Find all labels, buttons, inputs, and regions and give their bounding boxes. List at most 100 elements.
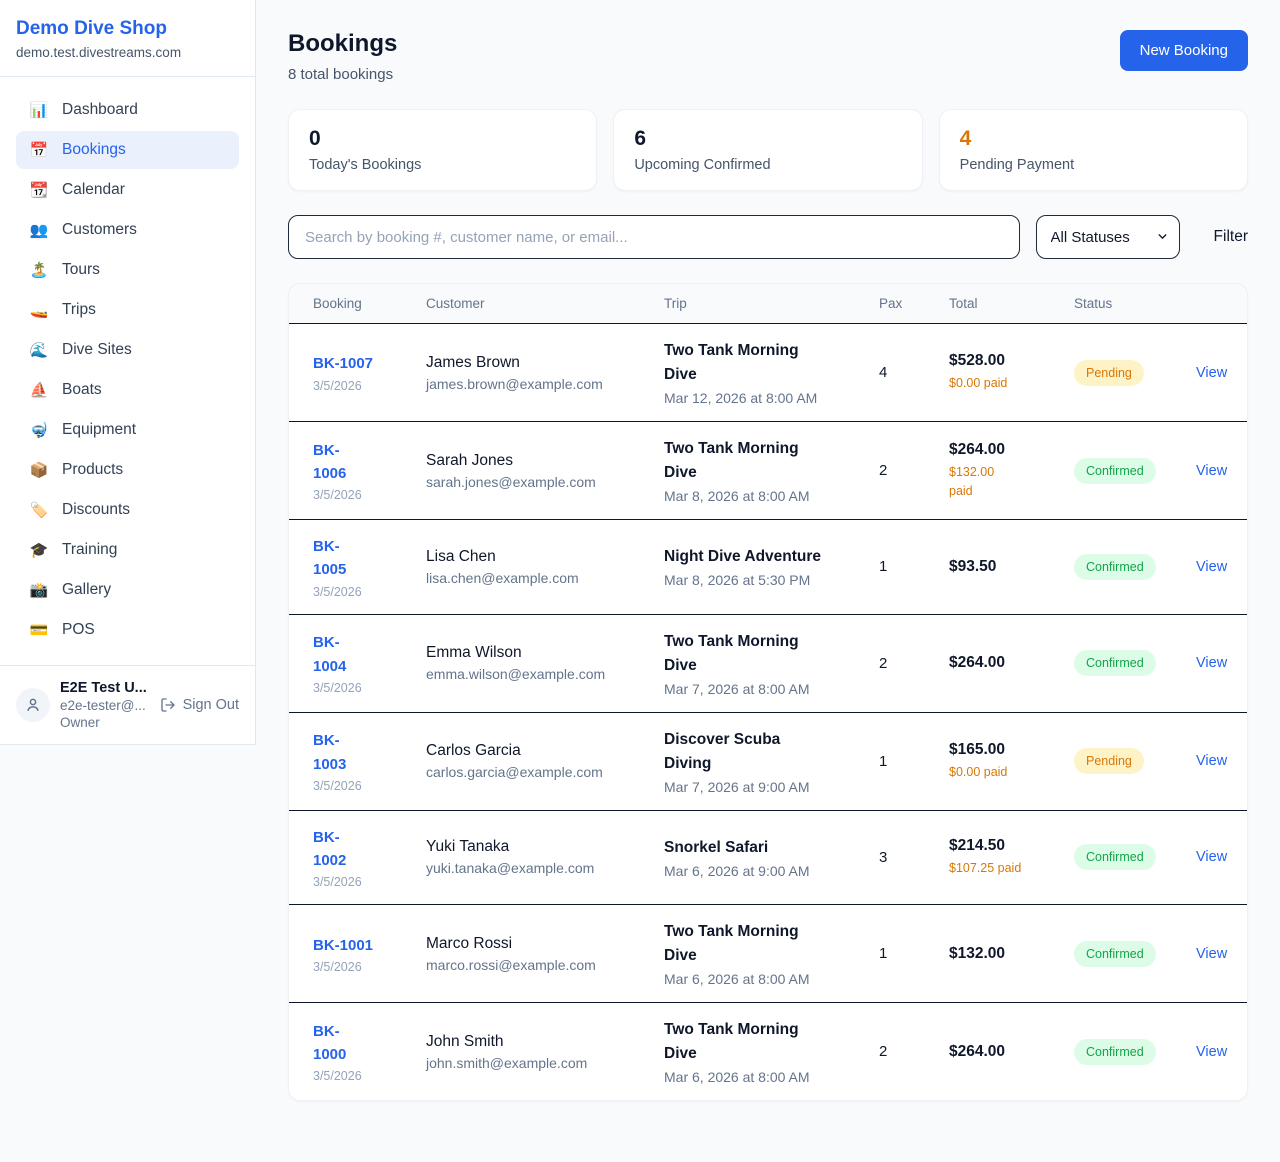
sailboat-icon: ⛵: [29, 381, 49, 399]
col-actions: [1196, 296, 1223, 311]
trip-name: Night Dive Adventure: [664, 545, 879, 569]
speedboat-icon: 🚤: [29, 301, 49, 319]
paid-amount: $0.00 paid: [949, 763, 1074, 781]
sidebar-item-bookings[interactable]: 📅 Bookings: [16, 131, 239, 169]
view-link[interactable]: View: [1196, 559, 1227, 575]
sidebar-item-pos[interactable]: 💳 POS: [16, 611, 239, 649]
sidebar-item-customers[interactable]: 👥 Customers: [16, 211, 239, 249]
user-role: Owner: [60, 715, 150, 730]
col-total: Total: [949, 296, 1074, 311]
col-trip: Trip: [664, 296, 879, 311]
search-input[interactable]: [288, 215, 1020, 259]
pax-count: 3: [879, 849, 949, 866]
customer-email: james.brown@example.com: [426, 376, 664, 392]
customer-email: marco.rossi@example.com: [426, 957, 664, 973]
sign-out-button[interactable]: Sign Out: [160, 697, 239, 713]
filter-button[interactable]: Filter: [1214, 228, 1248, 246]
view-link[interactable]: View: [1196, 365, 1227, 381]
pax-count: 4: [879, 364, 949, 381]
sidebar-item-products[interactable]: 📦 Products: [16, 451, 239, 489]
booking-id-link[interactable]: BK- 1006: [313, 442, 346, 482]
view-link[interactable]: View: [1196, 1044, 1227, 1060]
booking-id-link[interactable]: BK-1001: [313, 937, 373, 954]
booking-date: 3/5/2026: [313, 875, 426, 889]
booking-id-link[interactable]: BK- 1004: [313, 634, 346, 674]
trip-time: Mar 8, 2026 at 8:00 AM: [664, 488, 879, 504]
booking-date: 3/5/2026: [313, 779, 426, 793]
table-row: BK- 1006 3/5/2026 Sarah Jones sarah.jone…: [289, 422, 1247, 520]
booking-id-link[interactable]: BK- 1002: [313, 829, 346, 869]
status-badge: Confirmed: [1074, 1039, 1156, 1065]
desert-island-icon: 🏝️: [29, 261, 49, 279]
customer-email: yuki.tanaka@example.com: [426, 860, 664, 876]
shop-domain: demo.test.divestreams.com: [16, 45, 239, 60]
status-badge: Confirmed: [1074, 650, 1156, 676]
sign-out-label: Sign Out: [183, 697, 239, 713]
customer-name: John Smith: [426, 1033, 664, 1051]
page-header: Bookings 8 total bookings New Booking: [288, 30, 1248, 83]
booking-id-link[interactable]: BK- 1000: [313, 1023, 346, 1063]
customer-name: Marco Rossi: [426, 935, 664, 953]
view-link[interactable]: View: [1196, 946, 1227, 962]
tear-off-calendar-icon: 📆: [29, 181, 49, 199]
status-badge: Confirmed: [1074, 844, 1156, 870]
sidebar-item-boats[interactable]: ⛵ Boats: [16, 371, 239, 409]
trip-name: Discover Scuba Diving: [664, 728, 879, 776]
sidebar-item-calendar[interactable]: 📆 Calendar: [16, 171, 239, 209]
sidebar-nav: 📊 Dashboard 📅 Bookings 📆 Calendar 👥 Cust…: [0, 77, 255, 665]
stat-label: Upcoming Confirmed: [634, 157, 901, 173]
booking-date: 3/5/2026: [313, 488, 426, 502]
status-select[interactable]: All Statuses: [1036, 215, 1180, 259]
customer-name: Sarah Jones: [426, 452, 664, 470]
sidebar-item-discounts[interactable]: 🏷️ Discounts: [16, 491, 239, 529]
diving-mask-icon: 🤿: [29, 421, 49, 439]
sidebar-item-dive-sites[interactable]: 🌊 Dive Sites: [16, 331, 239, 369]
view-link[interactable]: View: [1196, 849, 1227, 865]
main-content: Bookings 8 total bookings New Booking 0 …: [256, 0, 1280, 1133]
booking-date: 3/5/2026: [313, 1069, 426, 1083]
sidebar-item-dashboard[interactable]: 📊 Dashboard: [16, 91, 239, 129]
calendar-icon: 📅: [29, 141, 49, 159]
total-amount: $264.00: [949, 654, 1074, 672]
total-amount: $132.00: [949, 945, 1074, 963]
view-link[interactable]: View: [1196, 655, 1227, 671]
filter-row: All Statuses Filter: [288, 215, 1248, 259]
total-amount: $165.00: [949, 741, 1074, 759]
status-badge: Confirmed: [1074, 941, 1156, 967]
trip-name: Two Tank Morning Dive: [664, 437, 879, 485]
new-booking-button[interactable]: New Booking: [1120, 30, 1248, 71]
graduation-cap-icon: 🎓: [29, 541, 49, 559]
sidebar-item-gallery[interactable]: 📸 Gallery: [16, 571, 239, 609]
sidebar-item-tours[interactable]: 🏝️ Tours: [16, 251, 239, 289]
view-link[interactable]: View: [1196, 463, 1227, 479]
stat-card: 4 Pending Payment: [939, 109, 1248, 191]
customer-name: Yuki Tanaka: [426, 838, 664, 856]
stat-value: 6: [634, 127, 901, 151]
stat-value: 0: [309, 127, 576, 151]
booking-id-link[interactable]: BK-1007: [313, 355, 373, 372]
pax-count: 1: [879, 558, 949, 575]
shop-name: Demo Dive Shop: [16, 18, 239, 40]
trip-time: Mar 8, 2026 at 5:30 PM: [664, 572, 879, 588]
paid-amount: $132.00 paid: [949, 463, 1074, 499]
customer-email: emma.wilson@example.com: [426, 666, 664, 682]
table-row: BK-1007 3/5/2026 James Brown james.brown…: [289, 324, 1247, 422]
trip-time: Mar 6, 2026 at 9:00 AM: [664, 863, 879, 879]
view-link[interactable]: View: [1196, 753, 1227, 769]
total-amount: $528.00: [949, 352, 1074, 370]
sidebar-item-equipment[interactable]: 🤿 Equipment: [16, 411, 239, 449]
sidebar-item-trips[interactable]: 🚤 Trips: [16, 291, 239, 329]
booking-id-link[interactable]: BK- 1005: [313, 538, 346, 578]
customer-name: James Brown: [426, 354, 664, 372]
booking-date: 3/5/2026: [313, 681, 426, 695]
customer-name: Emma Wilson: [426, 644, 664, 662]
stat-label: Pending Payment: [960, 157, 1227, 173]
package-icon: 📦: [29, 461, 49, 479]
customer-name: Carlos Garcia: [426, 742, 664, 760]
sidebar-item-training[interactable]: 🎓 Training: [16, 531, 239, 569]
water-wave-icon: 🌊: [29, 341, 49, 359]
people-icon: 👥: [29, 221, 49, 239]
status-badge: Confirmed: [1074, 458, 1156, 484]
customer-email: john.smith@example.com: [426, 1055, 664, 1071]
booking-id-link[interactable]: BK- 1003: [313, 732, 346, 772]
